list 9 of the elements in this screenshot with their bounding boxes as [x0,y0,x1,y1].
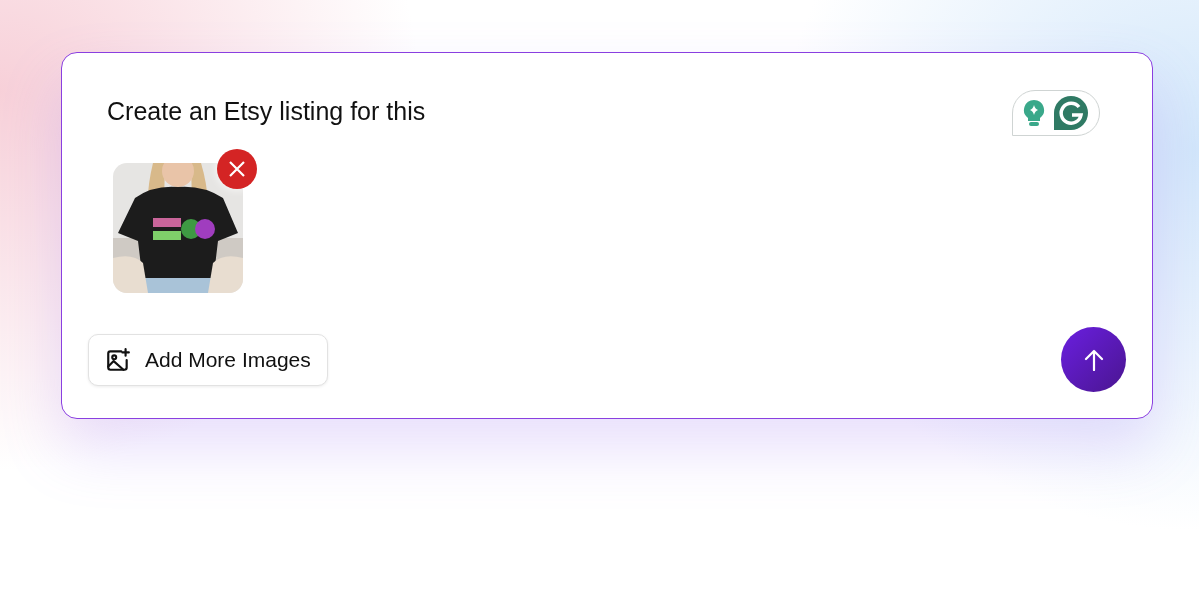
remove-image-button[interactable] [217,149,257,189]
add-images-button[interactable]: Add More Images [88,333,328,386]
close-icon [228,160,246,178]
lightbulb-icon [1023,99,1045,127]
g-logo-icon [1053,95,1089,131]
prompt-field[interactable]: Create an Etsy listing for this [107,89,1012,141]
grammarly-widget[interactable] [1012,90,1100,136]
up-arrow-icon [1083,348,1104,371]
add-image-icon [105,346,131,373]
